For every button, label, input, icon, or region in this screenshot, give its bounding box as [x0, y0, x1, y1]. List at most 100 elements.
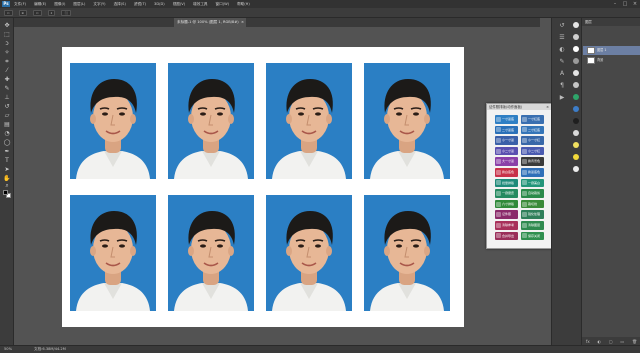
adjustments-panel-icon[interactable]: ◐ [558, 46, 566, 54]
auto-select-option[interactable]: ⊕ [18, 9, 28, 16]
align-option[interactable]: 2 [47, 9, 56, 16]
action-button[interactable]: 清除参考 [495, 221, 518, 230]
swatch[interactable] [573, 130, 579, 136]
eyedropper-tool-icon[interactable]: ⁄ [3, 67, 11, 75]
swatch[interactable] [573, 22, 579, 28]
document-info[interactable]: 文档:6.38M/44.2M [34, 347, 66, 352]
fx-icon[interactable]: fx [586, 339, 590, 344]
swatch[interactable] [573, 46, 579, 52]
action-button[interactable]: 小二寸红 [521, 146, 544, 156]
action-button[interactable]: 大一寸蓝 [495, 157, 518, 166]
action-button-label: 小二寸红 [528, 148, 541, 153]
menu-edit[interactable]: 编辑(E) [34, 2, 46, 7]
swatch[interactable] [573, 154, 579, 160]
action-button[interactable]: 换白底色 [495, 168, 518, 177]
document-canvas[interactable] [62, 47, 464, 327]
action-button[interactable]: 二寸红底 [521, 125, 544, 135]
move-tool-icon[interactable]: ✥ [3, 22, 11, 30]
layers-panel-header[interactable]: 图层 [582, 18, 640, 26]
action-button[interactable]: 二寸蓝底 [495, 125, 518, 135]
dodge-tool-icon[interactable]: ◯ [3, 139, 11, 147]
history-brush-tool-icon[interactable]: ↺ [3, 103, 11, 111]
menu-3d[interactable]: 3D(D) [154, 2, 165, 6]
healing-brush-tool-icon[interactable]: ✚ [3, 76, 11, 84]
eraser-tool-icon[interactable]: ▱ [3, 112, 11, 120]
action-button[interactable]: 自动裁剪 [521, 189, 544, 198]
swatch[interactable] [573, 166, 579, 172]
pen-tool-icon[interactable]: ✒ [3, 148, 11, 156]
swatch[interactable] [573, 82, 579, 88]
action-button[interactable]: 换背景色 [521, 157, 544, 166]
gradient-tool-icon[interactable]: ▤ [3, 121, 11, 129]
menu-file[interactable]: 文件(F) [14, 2, 26, 7]
action-button[interactable]: 六寸排版 [495, 199, 518, 209]
menu-image[interactable]: 图像(I) [54, 2, 65, 7]
blur-tool-icon[interactable]: ◔ [3, 130, 11, 138]
action-button[interactable]: 清除图层 [521, 221, 544, 230]
close-tab-icon[interactable]: × [241, 18, 244, 27]
path-selection-tool-icon[interactable]: ➤ [3, 166, 11, 174]
brush-panel-icon[interactable]: ✎ [558, 58, 566, 66]
menu-plugins[interactable]: 增效工具 [193, 2, 207, 7]
action-button[interactable]: 换蓝底色 [521, 168, 544, 177]
swatch[interactable] [573, 106, 579, 112]
menu-type[interactable]: 文字(Y) [93, 2, 105, 7]
swatch[interactable] [573, 142, 579, 148]
canvas-area[interactable] [14, 27, 540, 345]
actions-panel-icon[interactable]: ▶ [558, 94, 566, 102]
zoom-tool-icon[interactable]: ⌕ [3, 182, 11, 190]
zoom-level[interactable]: 50% [4, 347, 12, 351]
swatch[interactable] [573, 118, 579, 124]
swatch[interactable] [573, 70, 579, 76]
action-button[interactable]: 裁切线 [521, 199, 544, 209]
stamp-tool-icon[interactable]: ⊥ [3, 94, 11, 102]
crop-tool-icon[interactable]: ⌗ [3, 58, 11, 66]
foreground-color-swatch[interactable] [3, 190, 8, 195]
action-button[interactable]: 一寸红底 [521, 115, 544, 124]
menu-help[interactable]: 帮助(H) [237, 2, 250, 7]
new-layer-icon[interactable]: ▭ [620, 339, 624, 344]
brush-tool-icon[interactable]: ✎ [3, 85, 11, 93]
character-panel-icon[interactable]: A [558, 70, 566, 78]
close-icon[interactable]: × [632, 1, 638, 7]
action-button[interactable]: 锐化处理 [521, 210, 544, 219]
minimize-icon[interactable]: – [612, 1, 618, 7]
history-panel-icon[interactable]: ↺ [558, 22, 566, 30]
menu-filter[interactable]: 滤镜(T) [134, 2, 146, 7]
lasso-tool-icon[interactable]: ↄ [3, 40, 11, 48]
action-button[interactable]: 一键磨皮 [495, 189, 518, 198]
action-panel-title-bar[interactable]: 证件照排版(动作面板) × [487, 104, 551, 110]
properties-panel-icon[interactable]: ☰ [558, 34, 566, 42]
document-tab[interactable]: 未标题-1 @ 100% (图层 1, RGB/8#) × [174, 18, 246, 27]
transform-option[interactable]: ⇔ [33, 9, 42, 16]
action-button[interactable]: 合并导出 [495, 231, 518, 241]
swatch[interactable] [573, 34, 579, 40]
type-tool-icon[interactable]: T [3, 157, 11, 165]
move-option-icon[interactable]: ⇔ [4, 9, 13, 16]
action-button[interactable]: 小一寸蓝 [495, 136, 518, 145]
new-group-icon[interactable]: ▢ [609, 339, 613, 344]
menu-view[interactable]: 视图(V) [173, 2, 185, 7]
action-button[interactable]: 小二寸蓝 [495, 146, 518, 156]
paragraph-panel-icon[interactable]: ¶ [558, 82, 566, 90]
action-button[interactable]: 批量排版 [495, 178, 518, 188]
layer-row[interactable]: 图层 1 [583, 46, 640, 55]
close-icon[interactable]: × [546, 104, 549, 110]
menu-window[interactable]: 窗口(W) [216, 2, 230, 7]
magic-wand-tool-icon[interactable]: ✧ [3, 49, 11, 57]
menu-layer[interactable]: 图层(L) [73, 2, 85, 7]
action-button[interactable]: 小一寸红 [521, 136, 544, 145]
layer-row[interactable]: 背景 [583, 56, 640, 65]
action-button[interactable]: 保存关闭 [521, 231, 544, 241]
distribute-option[interactable]: ⬛ [61, 9, 72, 16]
swatch[interactable] [573, 94, 579, 100]
menu-select[interactable]: 选择(S) [114, 2, 126, 7]
marquee-tool-icon[interactable]: ⬚ [3, 31, 11, 39]
action-button[interactable]: 一键美白 [521, 178, 544, 188]
action-button[interactable]: 一寸蓝底 [495, 115, 518, 124]
action-button[interactable]: 证件照 [495, 210, 518, 219]
swatch[interactable] [573, 58, 579, 64]
maximize-icon[interactable]: □ [622, 1, 628, 7]
adjustment-layer-icon[interactable]: ◐ [598, 339, 602, 344]
trash-icon[interactable]: 🗑 [632, 339, 637, 344]
